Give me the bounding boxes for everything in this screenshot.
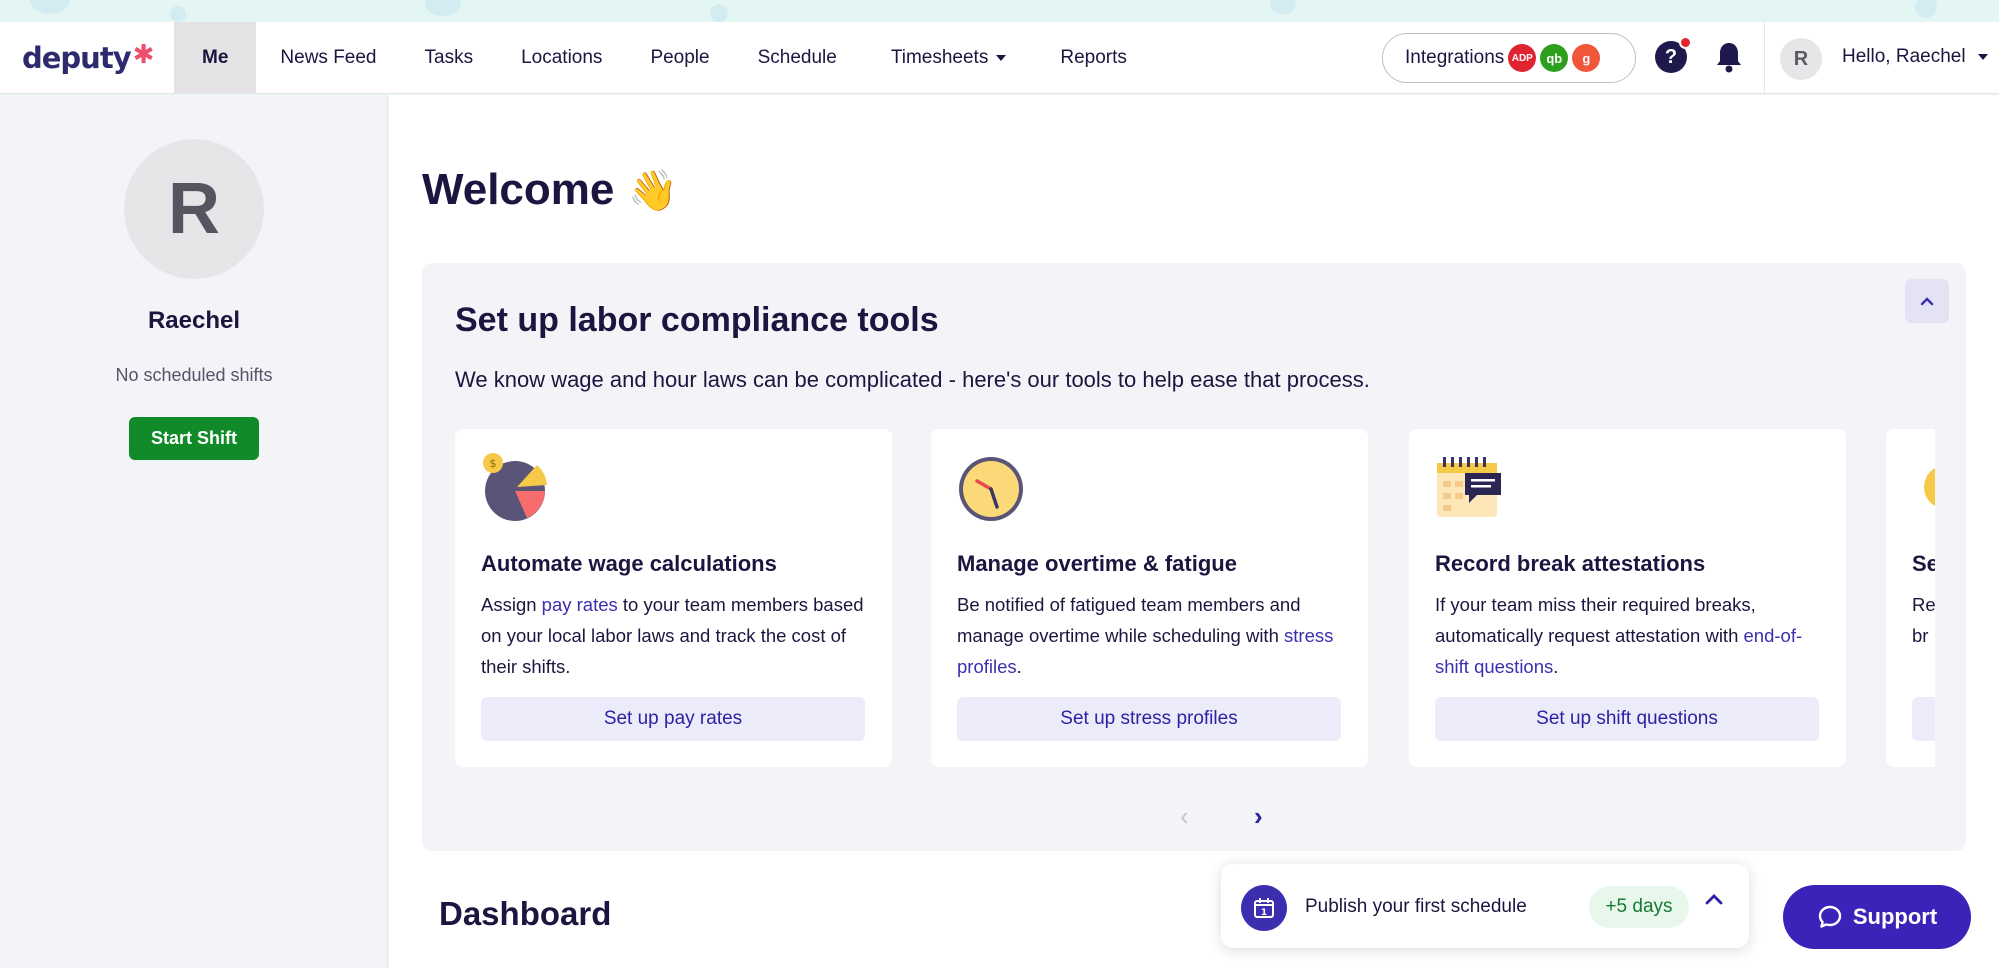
deputy-logo[interactable]: deputy ✱ <box>0 22 174 94</box>
nav-people[interactable]: People <box>626 22 733 94</box>
greeting-text: Hello, Raechel <box>1842 46 1966 67</box>
header-divider <box>1764 22 1765 94</box>
set-up-pay-rates-button[interactable]: Set up pay rates <box>481 697 865 741</box>
calendar-icon: 1 <box>1241 885 1287 931</box>
card-title: Record break attestations <box>1435 551 1706 576</box>
set-up-shift-questions-button[interactable]: Set up shift questions <box>1435 697 1819 741</box>
nav-reports-label: Reports <box>1060 46 1127 68</box>
page-title: Welcome 👋 <box>422 165 678 215</box>
carousel-previous-icon[interactable]: ‹ <box>1180 801 1189 832</box>
integrations-button[interactable]: Integrations ADP qb g <box>1382 33 1636 83</box>
nav-me-label: Me <box>202 46 229 68</box>
user-menu[interactable]: Hello, Raechel <box>1842 46 1988 68</box>
panel-title: Set up labor compliance tools <box>455 301 939 339</box>
nav-people-label: People <box>650 46 710 68</box>
welcome-text: Welcome <box>422 165 615 214</box>
top-navigation-bar: deputy ✱ Me News Feed Tasks Locations Peo… <box>0 21 1999 94</box>
support-label: Support <box>1852 904 1938 929</box>
calendar-message-icon <box>1437 457 1501 517</box>
main-nav: Me News Feed Tasks Locations People Sche… <box>174 21 1151 94</box>
set-up-stress-profiles-button[interactable]: Set up stress profiles <box>957 697 1341 741</box>
card-description: Re br <box>1912 594 1935 646</box>
chat-bubble-icon <box>1818 905 1842 928</box>
card-title: Se <box>1912 551 1935 576</box>
adp-logo-icon: ADP <box>1508 44 1537 72</box>
feature-card: Se Re br <box>1886 429 1935 767</box>
carousel-next-icon[interactable]: › <box>1254 801 1263 832</box>
nav-schedule[interactable]: Schedule <box>734 22 861 94</box>
feature-card: Record break attestations If your team m… <box>1409 429 1846 767</box>
nav-locations[interactable]: Locations <box>497 22 626 94</box>
publish-schedule-prompt[interactable]: 1 Publish your first schedule +5 days <box>1221 864 1749 948</box>
svg-text:1: 1 <box>1261 908 1267 918</box>
nav-me[interactable]: Me <box>174 21 257 94</box>
days-badge: +5 days <box>1589 886 1689 928</box>
clock-icon <box>959 457 1023 521</box>
card-description: Assign pay rates to your team members ba… <box>481 589 871 682</box>
bell-icon[interactable] <box>1714 40 1744 74</box>
panel-subtitle: We know wage and hour laws can be compli… <box>455 367 1370 392</box>
notification-dot <box>1679 36 1692 49</box>
compliance-tools-panel: Set up labor compliance tools We know wa… <box>422 263 1966 851</box>
chevron-up-icon[interactable] <box>1705 892 1723 910</box>
nav-tasks[interactable]: Tasks <box>401 22 498 94</box>
nav-reports[interactable]: Reports <box>1030 22 1151 94</box>
profile-sidebar: R Raechel No scheduled shifts Start Shif… <box>0 95 388 968</box>
card-title: Automate wage calculations <box>481 551 777 576</box>
nav-timesheets[interactable]: Timesheets <box>861 22 1031 94</box>
feature-carousel: $ Automate wage calculations Assign pay … <box>455 429 1935 769</box>
waving-hand-icon: 👋 <box>628 168 679 213</box>
card-text-part: . <box>1016 656 1022 677</box>
lightbulb-icon <box>1924 467 1935 507</box>
start-shift-button[interactable]: Start Shift <box>129 417 259 460</box>
nav-news-feed-label: News Feed <box>280 46 377 68</box>
pie-chart-icon: $ <box>483 453 547 521</box>
publish-schedule-text: Publish your first schedule <box>1305 896 1527 917</box>
card-text-part: If your team miss their required breaks,… <box>1435 594 1756 646</box>
logo-star-icon: ✱ <box>132 39 155 70</box>
card-text-part: Assign <box>481 594 542 615</box>
integrations-label: Integrations <box>1405 47 1505 68</box>
nav-locations-label: Locations <box>521 46 603 68</box>
decorative-top-band <box>0 0 1999 22</box>
support-button[interactable]: Support <box>1783 885 1971 949</box>
dashboard-heading: Dashboard <box>439 895 612 932</box>
card-text-part: . <box>1553 656 1559 677</box>
feature-card: $ Automate wage calculations Assign pay … <box>455 429 892 767</box>
help-icon[interactable]: ? <box>1655 36 1692 73</box>
user-avatar[interactable]: R <box>1780 38 1822 80</box>
shift-status: No scheduled shifts <box>115 365 273 385</box>
nav-tasks-label: Tasks <box>424 46 474 68</box>
caret-down-icon <box>1977 54 1988 60</box>
caret-down-icon <box>996 54 1007 61</box>
feature-card: Manage overtime & fatigue Be notified of… <box>931 429 1368 767</box>
card-text-part: Be notified of fatigued team members and… <box>957 594 1301 646</box>
profile-name: Raechel <box>147 307 241 334</box>
card-description: If your team miss their required breaks,… <box>1435 589 1825 682</box>
pay-rates-link[interactable]: pay rates <box>542 594 618 615</box>
svg-text:$: $ <box>490 457 497 470</box>
gusto-logo-icon: g <box>1572 44 1601 72</box>
chevron-up-icon <box>1920 297 1934 306</box>
logo-text: deputy <box>22 40 132 75</box>
card-button[interactable] <box>1912 697 1935 741</box>
nav-news-feed[interactable]: News Feed <box>256 22 400 94</box>
quickbooks-logo-icon: qb <box>1540 44 1569 72</box>
card-title: Manage overtime & fatigue <box>957 551 1237 576</box>
main-content: Welcome 👋 Set up labor compliance tools … <box>389 95 1999 968</box>
nav-schedule-label: Schedule <box>757 46 837 68</box>
nav-timesheets-label: Timesheets <box>890 46 989 68</box>
collapse-panel-button[interactable] <box>1905 279 1949 323</box>
card-description: Be notified of fatigued team members and… <box>957 589 1347 682</box>
profile-avatar: R <box>124 139 264 279</box>
